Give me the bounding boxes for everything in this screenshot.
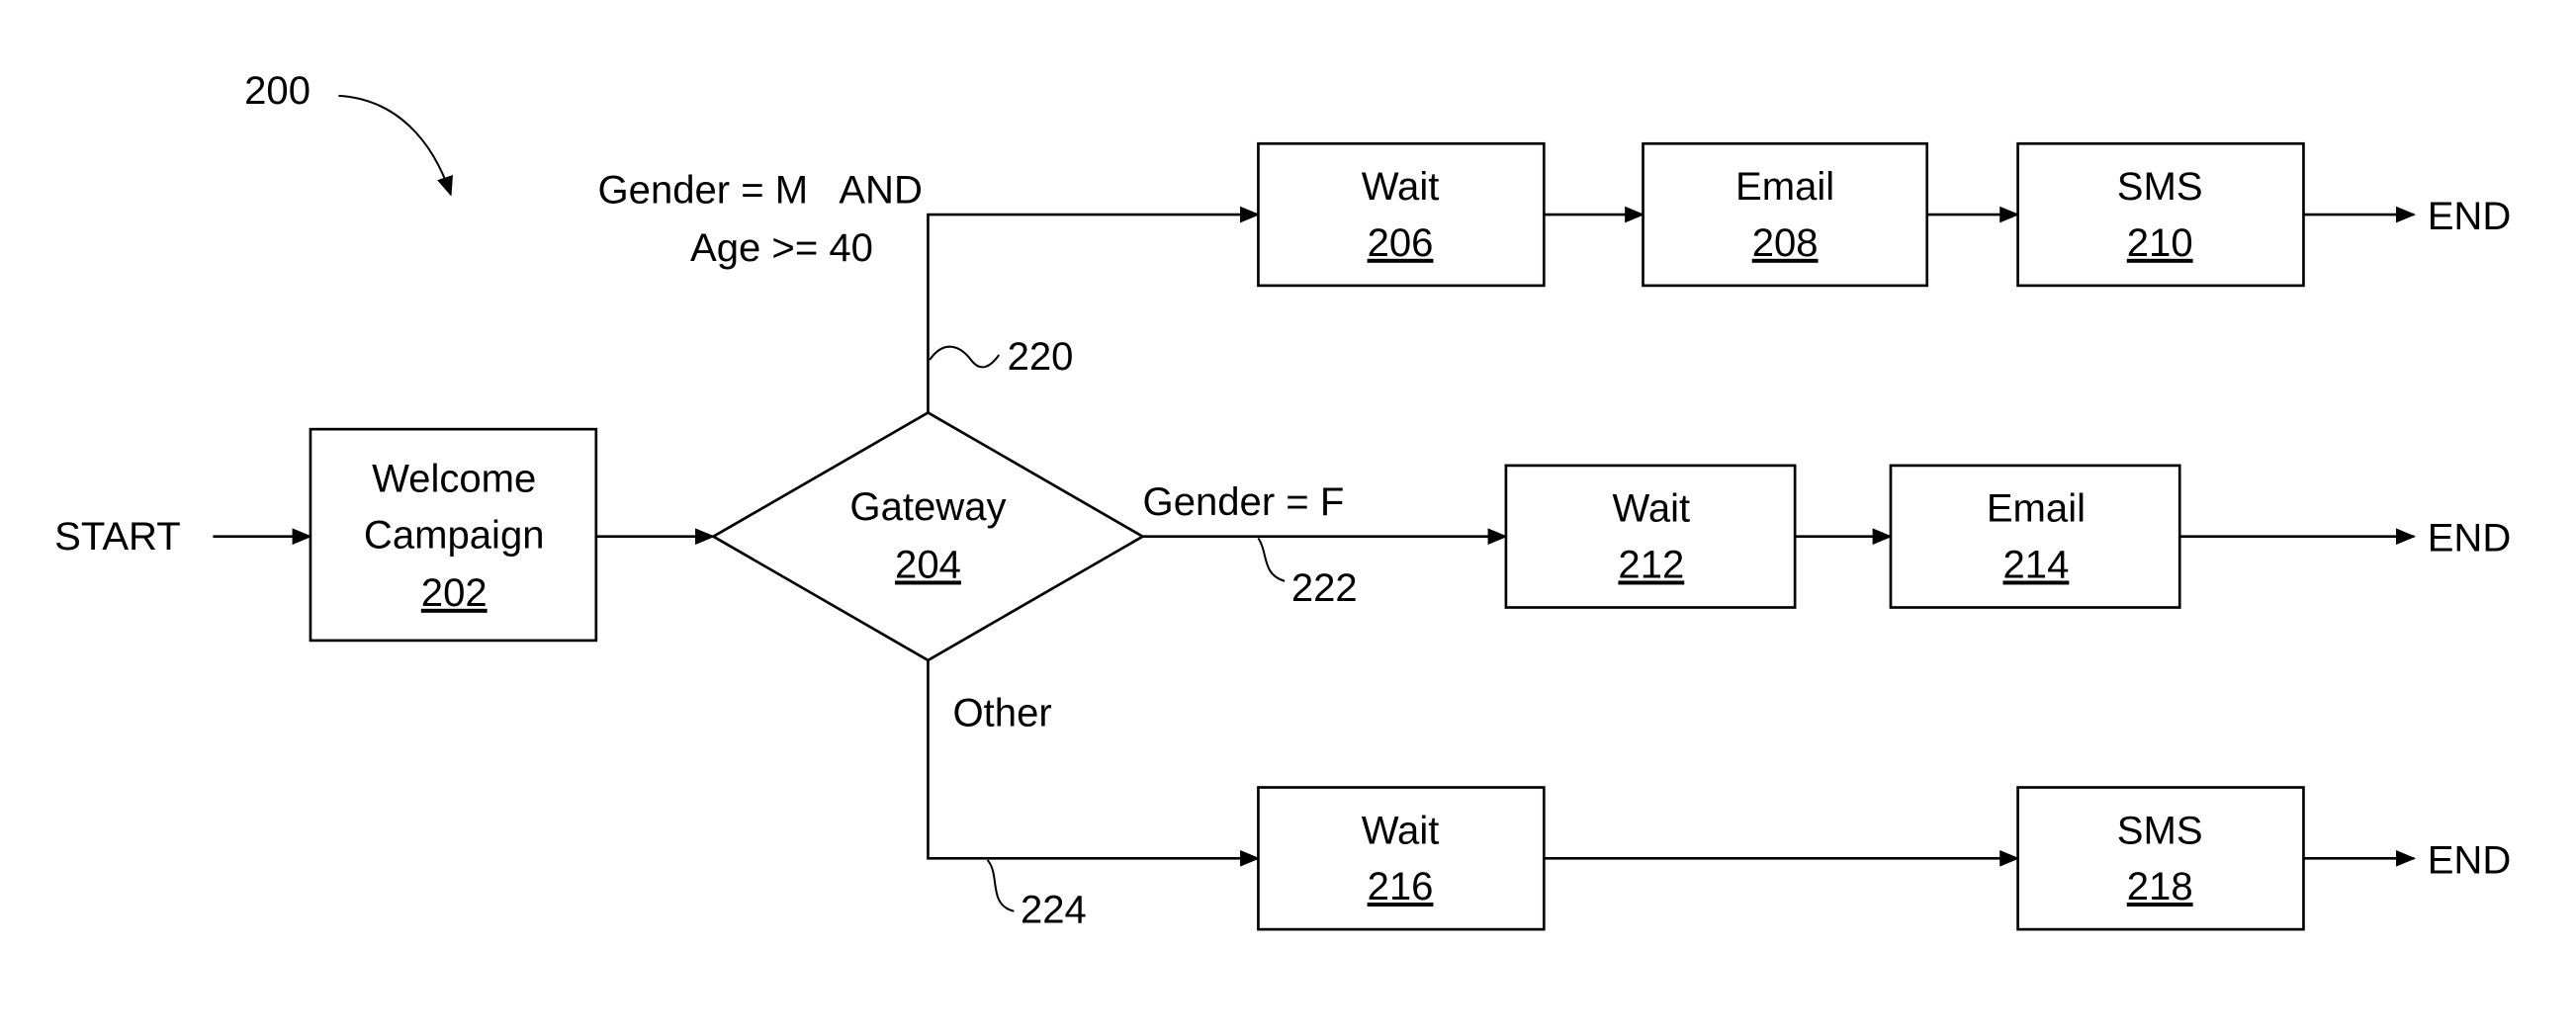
email-208-label: Email: [1735, 165, 1834, 209]
email-214-ref: 214: [2003, 543, 2070, 586]
node-email-208[interactable]: Email 208: [1642, 141, 1929, 288]
node-wait-216[interactable]: Wait 216: [1257, 786, 1546, 931]
node-sms-210[interactable]: SMS 210: [2016, 141, 2305, 288]
node-wait-212[interactable]: Wait 212: [1504, 464, 1797, 609]
top-branch-ref: 220: [1008, 335, 1074, 379]
wait-216-label: Wait: [1362, 809, 1440, 852]
wait-212-ref: 212: [1618, 543, 1684, 586]
figure-ref-label: 200: [244, 69, 311, 113]
node-email-214[interactable]: Email 214: [1889, 464, 2181, 609]
ref-224-leader: [986, 859, 1015, 912]
top-branch-line: [927, 206, 1261, 413]
wait-212-label: Wait: [1613, 487, 1691, 531]
email-214-label: Email: [1987, 487, 2086, 531]
welcome-ref: 202: [421, 571, 488, 615]
start-label: START: [54, 515, 181, 559]
top-condition-line2: Age >= 40: [690, 226, 873, 270]
sms-210-label: SMS: [2117, 165, 2203, 209]
welcome-line1: Welcome: [372, 458, 536, 501]
ref-222-leader: [1257, 537, 1286, 582]
node-wait-206[interactable]: Wait 206: [1257, 141, 1546, 288]
email-208-ref: 208: [1752, 221, 1819, 265]
bottom-branch-ref: 224: [1021, 888, 1087, 931]
sms-218-ref: 218: [2127, 865, 2193, 908]
wait-206-ref: 206: [1368, 221, 1434, 265]
sms-218-label: SMS: [2117, 809, 2203, 852]
end-label-bottom: END: [2428, 838, 2512, 882]
end-label-middle: END: [2428, 517, 2512, 561]
ref-220-leader: [929, 345, 1001, 369]
gateway-label: Gateway: [849, 485, 1006, 529]
sms-210-ref: 210: [2127, 221, 2193, 265]
gateway-diamond: [710, 410, 1146, 662]
middle-condition: Gender = F: [1143, 480, 1345, 524]
wait-216-ref: 216: [1368, 865, 1434, 908]
middle-branch-ref: 222: [1291, 566, 1358, 610]
top-condition-line1: Gender = M AND: [598, 168, 923, 212]
bottom-branch-line: [927, 659, 1261, 867]
wait-206-label: Wait: [1362, 165, 1440, 209]
end-label-top: END: [2428, 195, 2512, 238]
gateway-ref: 204: [895, 543, 961, 586]
figure-ref-arrow: [338, 94, 453, 197]
node-gateway[interactable]: Gateway 204: [710, 410, 1146, 662]
welcome-line2: Campaign: [364, 513, 545, 557]
bottom-condition: Other: [953, 692, 1052, 735]
node-welcome-campaign[interactable]: Welcome Campaign 202: [309, 427, 598, 643]
flow-diagram: 200 START Welcome Campaign 202 Gateway 2…: [54, 69, 2512, 931]
node-sms-218[interactable]: SMS 218: [2016, 786, 2305, 931]
